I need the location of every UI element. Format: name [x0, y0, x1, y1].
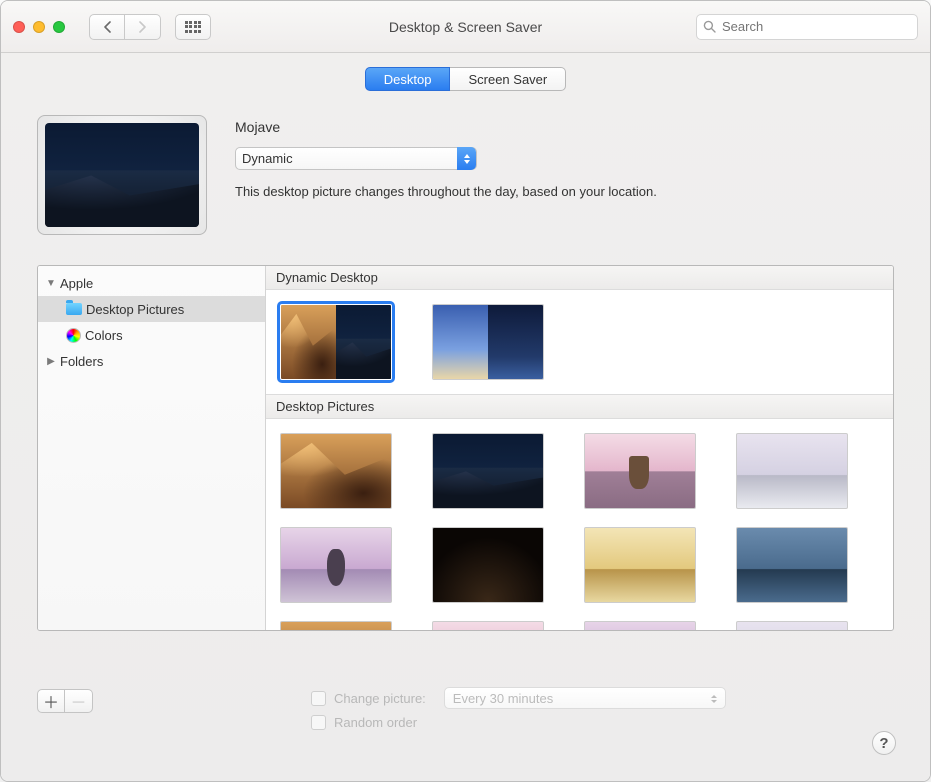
wallpaper-thumb[interactable]: [584, 621, 696, 630]
change-picture-row: Change picture: Every 30 minutes: [311, 687, 726, 709]
wallpaper-info: Mojave Dynamic This desktop picture chan…: [235, 115, 894, 235]
add-remove-buttons: ＋ －: [37, 689, 93, 713]
random-order-label: Random order: [334, 715, 417, 730]
bottom-bar: ＋ － Change picture: Every 30 minutes Ran…: [37, 685, 894, 757]
close-window-button[interactable]: [13, 21, 25, 33]
disclosure-triangle-icon: ▼: [46, 278, 56, 289]
wallpaper-thumb[interactable]: [736, 621, 848, 630]
options-group: Change picture: Every 30 minutes Random …: [311, 687, 726, 730]
random-order-checkbox[interactable]: [311, 715, 326, 730]
change-picture-checkbox[interactable]: [311, 691, 326, 706]
disclosure-triangle-icon: ▶: [46, 356, 56, 367]
wallpaper-thumb[interactable]: [280, 527, 392, 603]
change-interval-value: Every 30 minutes: [453, 691, 553, 706]
help-button[interactable]: ?: [872, 731, 896, 755]
zoom-window-button[interactable]: [53, 21, 65, 33]
search-input[interactable]: [722, 19, 911, 34]
tab-bar: Desktop Screen Saver: [37, 67, 894, 91]
wallpaper-thumb-mojave-dynamic[interactable]: [280, 304, 392, 380]
select-arrows-icon: [709, 692, 719, 706]
content-area: Desktop Screen Saver Mojave Dynamic This…: [1, 53, 930, 781]
search-icon: [703, 20, 716, 33]
section-header-pictures: Desktop Pictures: [266, 394, 893, 419]
select-arrows-icon: [457, 147, 476, 170]
folder-icon: [66, 303, 82, 315]
show-all-button[interactable]: [175, 14, 211, 40]
remove-folder-button[interactable]: －: [65, 689, 93, 713]
wallpaper-thumb[interactable]: [736, 527, 848, 603]
search-field[interactable]: [696, 14, 918, 40]
tab-screen-saver[interactable]: Screen Saver: [450, 67, 566, 91]
window-controls: [13, 21, 65, 33]
nav-buttons: [89, 14, 161, 40]
sidebar-item-folders[interactable]: ▶ Folders: [38, 348, 265, 374]
wallpaper-name: Mojave: [235, 119, 894, 135]
wallpaper-thumb-solar-gradients[interactable]: [432, 304, 544, 380]
change-interval-select[interactable]: Every 30 minutes: [444, 687, 726, 709]
minimize-window-button[interactable]: [33, 21, 45, 33]
dynamic-desktop-grid: [266, 290, 893, 394]
add-folder-button[interactable]: ＋: [37, 689, 65, 713]
wallpaper-mode-value: Dynamic: [242, 151, 293, 166]
desktop-pictures-grid: [266, 419, 893, 630]
preferences-window: Desktop & Screen Saver Desktop Screen Sa…: [0, 0, 931, 782]
current-wallpaper-row: Mojave Dynamic This desktop picture chan…: [37, 115, 894, 235]
sidebar-item-label: Desktop Pictures: [86, 302, 184, 317]
sidebar-item-label: Colors: [85, 328, 123, 343]
wallpaper-thumb[interactable]: [736, 433, 848, 509]
sidebar-item-label: Apple: [60, 276, 93, 291]
current-wallpaper-preview: [37, 115, 207, 235]
wallpaper-thumb[interactable]: [280, 433, 392, 509]
wallpaper-thumb[interactable]: [432, 621, 544, 630]
wallpaper-hint: This desktop picture changes throughout …: [235, 184, 894, 199]
forward-button[interactable]: [125, 14, 161, 40]
change-picture-label: Change picture:: [334, 691, 426, 706]
sidebar-item-desktop-pictures[interactable]: Desktop Pictures: [38, 296, 265, 322]
sidebar-item-label: Folders: [60, 354, 103, 369]
wallpaper-thumb[interactable]: [280, 621, 392, 630]
section-header-dynamic: Dynamic Desktop: [266, 266, 893, 290]
wallpaper-thumb[interactable]: [432, 433, 544, 509]
source-sidebar: ▼ Apple Desktop Pictures Colors ▶ Folder…: [38, 266, 266, 630]
back-button[interactable]: [89, 14, 125, 40]
titlebar: Desktop & Screen Saver: [1, 1, 930, 53]
wallpaper-preview-image: [45, 123, 199, 227]
color-wheel-icon: [66, 328, 81, 343]
wallpaper-mode-select[interactable]: Dynamic: [235, 147, 477, 170]
grid-icon: [185, 21, 202, 33]
wallpaper-browser: ▼ Apple Desktop Pictures Colors ▶ Folder…: [37, 265, 894, 631]
sidebar-item-colors[interactable]: Colors: [38, 322, 265, 348]
thumbnail-column: Dynamic Desktop Desktop Pictures: [266, 266, 893, 630]
tab-desktop[interactable]: Desktop: [365, 67, 451, 91]
sidebar-item-apple[interactable]: ▼ Apple: [38, 270, 265, 296]
wallpaper-thumb[interactable]: [584, 433, 696, 509]
wallpaper-thumb[interactable]: [432, 527, 544, 603]
random-order-row: Random order: [311, 715, 726, 730]
wallpaper-thumb[interactable]: [584, 527, 696, 603]
